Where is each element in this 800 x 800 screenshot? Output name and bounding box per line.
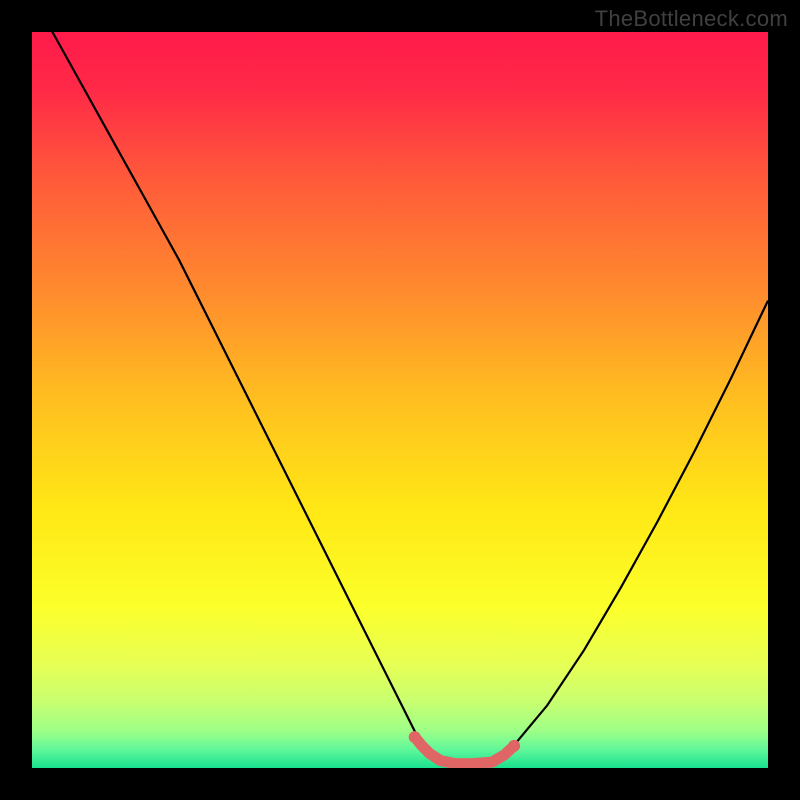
chart-svg bbox=[32, 32, 768, 768]
gradient-background bbox=[32, 32, 768, 768]
plot-area bbox=[32, 32, 768, 768]
optimal-range-end-dot bbox=[508, 740, 520, 752]
watermark-text: TheBottleneck.com bbox=[595, 6, 788, 32]
optimal-range-start-dot bbox=[409, 731, 421, 743]
chart-frame: TheBottleneck.com bbox=[0, 0, 800, 800]
